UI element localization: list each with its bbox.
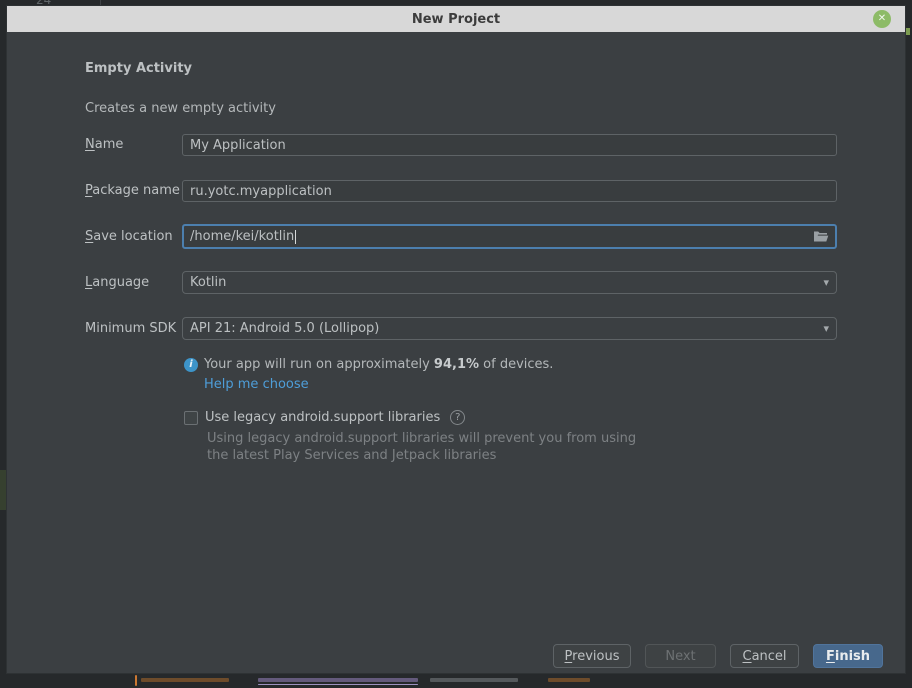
code-fragment (258, 678, 418, 682)
code-fragment (548, 678, 590, 682)
package-name-input[interactable]: ru.yotc.myapplication (182, 180, 837, 202)
browse-folder-button[interactable] (813, 230, 829, 243)
legacy-libraries-checkbox[interactable] (184, 411, 198, 425)
screen: 24 New Project ✕ Empty Activity Creates … (0, 0, 912, 688)
name-input[interactable]: My Application (182, 134, 837, 156)
name-value: My Application (190, 138, 286, 153)
legacy-libraries-label: Use legacy android.support libraries (205, 410, 440, 425)
dialog-title: New Project (412, 12, 500, 27)
package-name-label: Package name (85, 183, 180, 198)
language-label: Language (85, 275, 149, 290)
help-icon[interactable]: ? (450, 410, 465, 425)
dialog-button-row: Previous Next Cancel Finish (553, 644, 883, 668)
chevron-down-icon: ▾ (823, 322, 829, 335)
code-fragment-underline (258, 684, 418, 685)
next-button: Next (645, 644, 716, 668)
code-fragment (141, 678, 229, 682)
info-icon: i (184, 358, 198, 372)
save-location-value: /home/kei/kotlin (190, 229, 294, 244)
minimum-sdk-label: Minimum SDK (85, 321, 176, 336)
close-icon[interactable]: ✕ (873, 10, 891, 28)
save-location-label: Save location (85, 229, 173, 244)
text-caret (295, 230, 296, 244)
name-label: Name (85, 137, 123, 152)
legacy-note-line1: Using legacy android.support libraries w… (207, 431, 636, 446)
legacy-note-line2: the latest Play Services and Jetpack lib… (207, 448, 496, 463)
previous-button[interactable]: Previous (553, 644, 631, 668)
minimum-sdk-value: API 21: Android 5.0 (Lollipop) (190, 321, 379, 336)
sdk-info-text: Your app will run on approximately 94,1%… (204, 357, 553, 372)
code-fragment (135, 675, 137, 686)
dialog-titlebar[interactable]: New Project ✕ (7, 6, 905, 32)
save-location-input[interactable]: /home/kei/kotlin (182, 224, 837, 249)
package-name-value: ru.yotc.myapplication (190, 184, 332, 199)
language-value: Kotlin (190, 275, 226, 290)
minimum-sdk-dropdown[interactable]: API 21: Android 5.0 (Lollipop) ▾ (182, 317, 837, 340)
page-subtitle: Creates a new empty activity (85, 101, 276, 116)
language-dropdown[interactable]: Kotlin ▾ (182, 271, 837, 294)
finish-button[interactable]: Finish (813, 644, 883, 668)
code-fragment (430, 678, 518, 682)
chevron-down-icon: ▾ (823, 276, 829, 289)
editor-scroll-mark-right (906, 28, 910, 35)
device-percentage: 94,1% (434, 357, 479, 372)
cancel-button[interactable]: Cancel (730, 644, 799, 668)
editor-code-strip (0, 673, 912, 688)
help-me-choose-link[interactable]: Help me choose (204, 377, 309, 392)
page-title: Empty Activity (85, 61, 192, 76)
editor-scroll-mark-left (0, 470, 7, 510)
new-project-dialog: New Project ✕ Empty Activity Creates a n… (7, 6, 905, 673)
legacy-libraries-row: Use legacy android.support libraries ? (184, 410, 465, 425)
folder-icon (813, 230, 829, 243)
sdk-info-row: i Your app will run on approximately 94,… (184, 357, 553, 372)
